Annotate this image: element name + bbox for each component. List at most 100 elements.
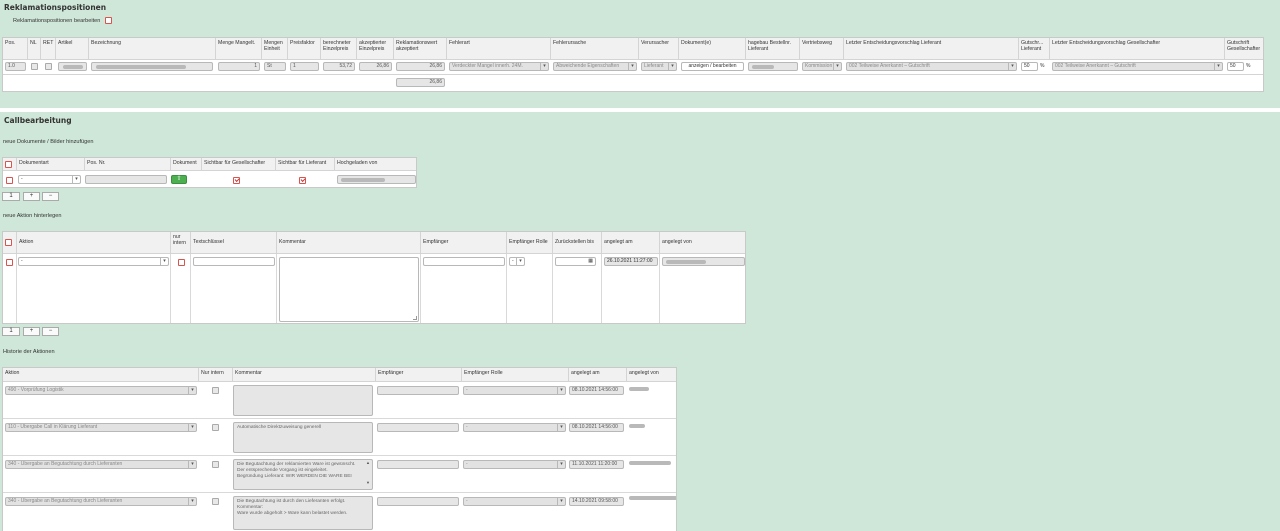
hist-nur-intern-checkbox xyxy=(212,424,219,431)
vertriebsweg-select[interactable]: Kommission ▾ xyxy=(802,62,842,71)
bezeichnung-field[interactable] xyxy=(91,62,213,71)
chevron-down-icon: ▾ xyxy=(557,461,565,468)
col-bezeichnung: Bezeichnung xyxy=(89,38,216,60)
col-vertriebsweg: Vertriebsweg xyxy=(800,38,844,60)
edit-positions-checkbox[interactable] xyxy=(105,17,112,24)
action-row-count[interactable]: 1 xyxy=(2,327,20,336)
chevron-down-icon: ▾ xyxy=(72,176,80,183)
chevron-down-icon: ▾ xyxy=(628,63,636,70)
col-nl: NL xyxy=(28,38,41,60)
chevron-down-icon: ▾ xyxy=(516,258,524,265)
action-add-button[interactable]: + xyxy=(23,327,40,336)
chevron-down-icon: ▾ xyxy=(188,424,196,431)
percent-label-1: % xyxy=(1040,63,1045,69)
hist-rolle-value: - xyxy=(466,498,468,504)
akzeptiert-field[interactable]: 26,86 xyxy=(359,62,392,71)
history-row: 490 - Vorprüfung Logistik ▾ - ▾ 08.10.2021… xyxy=(3,382,676,419)
upload-icon: ⇧ xyxy=(176,176,182,182)
vorschlag-lieferant-value: 002 Teilweise Anerkannt – Gutschrift xyxy=(849,63,930,69)
chevron-down-icon: ▾ xyxy=(188,387,196,394)
empfaenger-rolle-value: - xyxy=(512,258,514,264)
chevron-down-icon: ▾ xyxy=(557,387,565,394)
hist-col-aktion: Aktion xyxy=(3,368,199,382)
chevron-down-icon: ▾ xyxy=(1008,63,1016,70)
posnr-field[interactable] xyxy=(85,175,167,184)
vorschlag-gesellschafter-select[interactable]: 002 Teilweise Anerkannt – Gutschrift ▾ xyxy=(1052,62,1223,71)
resize-grip-icon[interactable] xyxy=(413,316,417,320)
doc-row-checkbox[interactable] xyxy=(6,177,13,184)
dokumente-button[interactable]: anzeigen / bearbeiten xyxy=(681,62,744,71)
docs-add-button[interactable]: + xyxy=(23,192,40,201)
empfaenger-rolle-select[interactable]: - ▾ xyxy=(509,257,525,266)
empfaenger-field[interactable] xyxy=(423,257,505,266)
fehlerart-select[interactable]: Verdeckter Mangel innerh. 24M. ▾ xyxy=(449,62,549,71)
docs-remove-button[interactable]: − xyxy=(42,192,59,201)
pos-field[interactable]: 1.0 xyxy=(5,62,26,71)
hist-aktion-value: 490 - Vorprüfung Logistik xyxy=(8,387,64,393)
total-wert-field: 26,86 xyxy=(396,78,445,87)
chevron-down-icon: ▾ xyxy=(1214,63,1222,70)
hist-nur-intern-checkbox xyxy=(212,498,219,505)
action-remove-button[interactable]: − xyxy=(42,327,59,336)
bestellnr-field[interactable] xyxy=(748,62,798,71)
gutschrift-gesellschafter-field[interactable]: 50 xyxy=(1227,62,1244,71)
hist-angelegt-von xyxy=(629,424,645,428)
hist-empfaenger xyxy=(377,423,459,432)
history-row: 110 - Übergabe Call in Klärung Lieferant… xyxy=(3,419,676,456)
col-gutschrift-gesellschafter: Gutschrift Gesellschafter xyxy=(1225,38,1263,60)
artikel-field[interactable] xyxy=(58,62,87,71)
einheit-field[interactable]: St xyxy=(264,62,286,71)
edit-positions-label: Reklamationspositionen bearbeiten xyxy=(13,18,101,24)
positions-table: Pos. NL RET Artikel Bezeichnung Menge Ma… xyxy=(2,37,1264,92)
aktion-select[interactable]: - ▾ xyxy=(18,257,169,266)
verursacher-select[interactable]: Lieferant ▾ xyxy=(641,62,677,71)
hochgeladen-field xyxy=(337,175,416,184)
fehlerursache-select[interactable]: Abweichende Eigenschaften ▾ xyxy=(553,62,637,71)
chevron-down-icon: ▾ xyxy=(668,63,676,70)
section-divider xyxy=(0,108,1280,112)
visible-lieferant-checkbox[interactable] xyxy=(299,177,306,184)
action-select-all-checkbox[interactable] xyxy=(5,239,12,246)
visible-gesellschafter-checkbox[interactable] xyxy=(233,177,240,184)
col-preisfaktor: Preisfaktor xyxy=(288,38,321,60)
textschluessel-field[interactable] xyxy=(193,257,275,266)
docs-select-all-checkbox[interactable] xyxy=(5,161,12,168)
hist-col-nur-intern: Nur intern xyxy=(199,368,233,382)
col-vorschlag-gesellschafter: Letzter Entscheidungsvorschlag Gesellsch… xyxy=(1050,38,1225,60)
col-fehlerursache: Fehlerursache xyxy=(551,38,639,60)
vorschlag-lieferant-select[interactable]: 002 Teilweise Anerkannt – Gutschrift ▾ xyxy=(846,62,1017,71)
ret-checkbox[interactable] xyxy=(45,63,52,70)
vertriebsweg-value: Kommission xyxy=(805,63,833,69)
col-ret: RET xyxy=(41,38,56,60)
hist-rolle-select: - ▾ xyxy=(463,386,566,395)
nur-intern-checkbox[interactable] xyxy=(178,259,185,266)
zurueckstellen-date[interactable]: ▦ xyxy=(555,257,596,266)
action-row-checkbox[interactable] xyxy=(6,259,13,266)
history-row: 340 - Übergabe an Begutachtung durch Lie… xyxy=(3,493,676,531)
wert-field[interactable]: 26,86 xyxy=(396,62,445,71)
nl-checkbox[interactable] xyxy=(31,63,38,70)
upload-button[interactable]: ⇧ xyxy=(171,175,187,184)
kommentar-textarea[interactable] xyxy=(279,257,419,322)
gutschrift-lieferant-field[interactable]: 50 xyxy=(1021,62,1038,71)
docs-row-count[interactable]: 1 xyxy=(2,192,20,201)
scrollbar[interactable]: ▲ ▼ xyxy=(365,460,371,489)
hist-rolle-value: - xyxy=(466,387,468,393)
col-aktion: Aktion xyxy=(17,232,171,254)
dokumentart-select[interactable]: - ▾ xyxy=(18,175,81,184)
calendar-icon[interactable]: ▦ xyxy=(588,258,593,265)
hist-nur-intern-checkbox xyxy=(212,387,219,394)
col-artikel: Artikel xyxy=(56,38,89,60)
preisfaktor-field[interactable]: 1 xyxy=(290,62,319,71)
hist-col-angelegt-von: angelegt von xyxy=(627,368,676,382)
col-posnr: Pos. Nr. xyxy=(85,158,171,171)
hist-kommentar xyxy=(233,385,373,416)
menge-field[interactable]: 1 xyxy=(218,62,260,71)
row-divider xyxy=(3,74,1263,75)
berechnet-field[interactable]: 53,72 xyxy=(323,62,355,71)
chevron-down-icon: ▾ xyxy=(833,63,841,70)
action-subtitle: neue Aktion hinterlegen xyxy=(3,213,62,219)
hist-col-kommentar: Kommentar xyxy=(233,368,376,382)
hist-angelegt-am: 08.10.2021 14:56:00 xyxy=(569,386,624,395)
hist-kommentar[interactable]: Die Begutachtung der reklamierten Ware i… xyxy=(233,459,373,490)
